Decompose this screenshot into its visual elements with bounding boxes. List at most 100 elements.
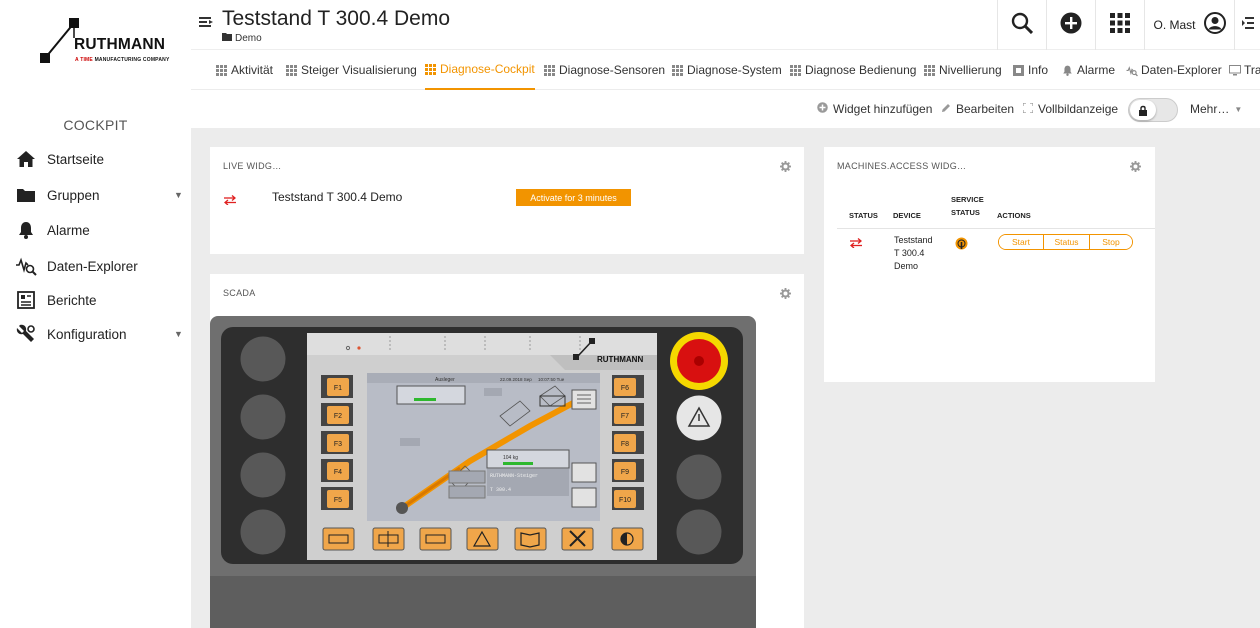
header: Teststand T 300.4 Demo Demo O. Mast (191, 0, 1260, 50)
tab-diagnose-system[interactable]: Diagnose-System (672, 50, 782, 90)
tab-daten-explorer[interactable]: Daten-Explorer (1126, 50, 1222, 90)
gear-icon[interactable] (780, 286, 791, 299)
function-keys-right: F6 F7 F8 F9 F10 (612, 375, 644, 510)
live-device-name: Teststand T 300.4 Demo (272, 190, 403, 204)
menu-toggle-icon[interactable] (199, 16, 213, 30)
fullscreen-button[interactable]: Vollbildanzeige (1022, 90, 1119, 128)
column-header-device: DEVICE (893, 211, 921, 220)
app-switcher-button[interactable] (1095, 0, 1144, 50)
connection-status-icon (849, 235, 863, 253)
bell-icon (15, 219, 37, 241)
monitor-icon (1229, 64, 1241, 76)
key-f4: F4 (334, 469, 342, 476)
tab-label: Nivellierung (939, 63, 1002, 77)
tab-label: Info (1028, 63, 1049, 77)
gear-icon[interactable] (1130, 159, 1141, 172)
sidebar-item-berichte[interactable]: Berichte (0, 283, 191, 317)
widget-title: SCADA (223, 288, 256, 298)
sidebar-item-alarme[interactable]: Alarme (0, 213, 191, 247)
data-explorer-icon (1126, 65, 1138, 76)
user-avatar-icon (1203, 11, 1226, 39)
column-header-actions: ACTIONS (997, 211, 1031, 220)
caret-down-icon: ▼ (1234, 104, 1243, 114)
tab-diagnose-bedienung[interactable]: Diagnose Bedienung (790, 50, 916, 90)
key-f3: F3 (334, 441, 342, 448)
key-f8: F8 (621, 441, 629, 448)
sidebar-item-konfiguration[interactable]: Konfiguration ▼ (0, 317, 191, 351)
chevron-down-icon[interactable]: ▼ (174, 329, 183, 339)
search-icon (1011, 12, 1034, 39)
page-title: Teststand T 300.4 Demo (222, 7, 451, 30)
ruthmann-logo[interactable]: RUTHMANN A TIME MANUFACTURING COMPANY (38, 16, 178, 68)
lock-toggle[interactable] (1128, 98, 1178, 122)
tab-label: Diagnose-Sensoren (559, 63, 666, 77)
right-drawer-toggle[interactable] (1234, 0, 1260, 50)
key-f6: F6 (621, 385, 629, 392)
sidebar-item-startseite[interactable]: Startseite (0, 142, 191, 176)
key-f9: F9 (621, 469, 629, 476)
tab-aktivitaet[interactable]: Aktivität (216, 50, 273, 90)
more-menu-button[interactable]: Mehr… ▼ (1190, 90, 1242, 128)
fullscreen-label: Vollbildanzeige (1038, 102, 1119, 116)
device-actions: Start Status Stop (998, 234, 1133, 250)
machines-access-widget-card: MACHINES.ACCESS WIDG… STATUS DEVICE SERV… (824, 147, 1155, 382)
live-widget-card: LIVE WIDG… Teststand T 300.4 Demo Activa… (210, 147, 804, 254)
column-header-service-status: SERVICE STATUS (951, 195, 984, 217)
apps-grid-icon (1110, 12, 1130, 38)
wrench-icon (15, 323, 37, 345)
sidebar-item-gruppen[interactable]: Gruppen ▼ (0, 178, 191, 212)
key-f2: F2 (334, 413, 342, 420)
tab-info[interactable]: Info (1013, 50, 1048, 90)
dashboard-content: LIVE WIDG… Teststand T 300.4 Demo Activa… (191, 128, 1260, 628)
chevron-down-icon[interactable]: ▼ (174, 190, 183, 200)
plus-circle-icon (817, 102, 828, 116)
table-divider (837, 228, 1155, 229)
user-name: O. Mast (1153, 18, 1196, 32)
sidebar-item-label: Gruppen (47, 187, 100, 203)
tab-label: Diagnose-Cockpit (440, 62, 535, 76)
grid-icon (286, 64, 297, 76)
tab-alarme[interactable]: Alarme (1062, 50, 1115, 90)
scada-widget-card: SCADA RUTHMANN Ausleger 22.09.2018 Sep 1… (210, 274, 804, 628)
dashboard-toolbar: Widget hinzufügen Bearbeiten Vollbildanz… (191, 90, 1260, 128)
tab-tra[interactable]: Tra (1229, 50, 1260, 90)
tab-nivellierung[interactable]: Nivellierung (924, 50, 1002, 90)
key-f1: F1 (334, 385, 342, 392)
breadcrumb[interactable]: Demo (222, 33, 262, 44)
sidebar-item-daten-explorer[interactable]: Daten-Explorer (0, 249, 191, 283)
key-f5: F5 (334, 497, 342, 504)
svg-text:10:07:50 Tue: 10:07:50 Tue (538, 377, 565, 382)
tab-label: Steiger Visualisierung (301, 63, 417, 77)
drawer-icon (1241, 16, 1254, 34)
tab-label: Diagnose-System (687, 63, 782, 77)
grid-icon (216, 64, 227, 76)
tab-label: Daten-Explorer (1141, 63, 1222, 77)
edit-button[interactable]: Bearbeiten (941, 90, 1014, 128)
tab-diagnose-sensoren[interactable]: Diagnose-Sensoren (544, 50, 665, 90)
status-button[interactable]: Status (1043, 235, 1089, 249)
svg-text:RUTHMANN-Steiger: RUTHMANN-Steiger (490, 473, 538, 479)
grid-icon (790, 64, 801, 76)
search-button[interactable] (997, 0, 1046, 50)
fullscreen-icon (1022, 102, 1034, 116)
activate-button[interactable]: Activate for 3 minutes (516, 189, 631, 206)
stop-button[interactable]: Stop (1089, 235, 1132, 249)
reports-icon (15, 289, 37, 311)
svg-text:22.09.2018 Sep: 22.09.2018 Sep (500, 377, 532, 382)
screen-brand: RUTHMANN (597, 355, 643, 364)
add-widget-button[interactable]: Widget hinzufügen (817, 90, 932, 128)
add-button[interactable] (1046, 0, 1095, 50)
sidebar-item-label: Daten-Explorer (47, 258, 138, 274)
tab-label: Aktivität (231, 63, 274, 77)
tab-label: Alarme (1077, 63, 1116, 77)
user-menu[interactable]: O. Mast (1144, 0, 1234, 50)
gear-icon[interactable] (780, 159, 791, 172)
tab-diagnose-cockpit[interactable]: Diagnose-Cockpit (425, 50, 535, 90)
tab-steiger-visualisierung[interactable]: Steiger Visualisierung (286, 50, 417, 90)
key-f10: F10 (619, 497, 631, 504)
start-button[interactable]: Start (999, 235, 1043, 249)
lock-icon (1130, 100, 1156, 120)
plus-circle-icon (1060, 12, 1082, 39)
more-label: Mehr… (1190, 102, 1230, 116)
grid-icon (425, 63, 436, 75)
